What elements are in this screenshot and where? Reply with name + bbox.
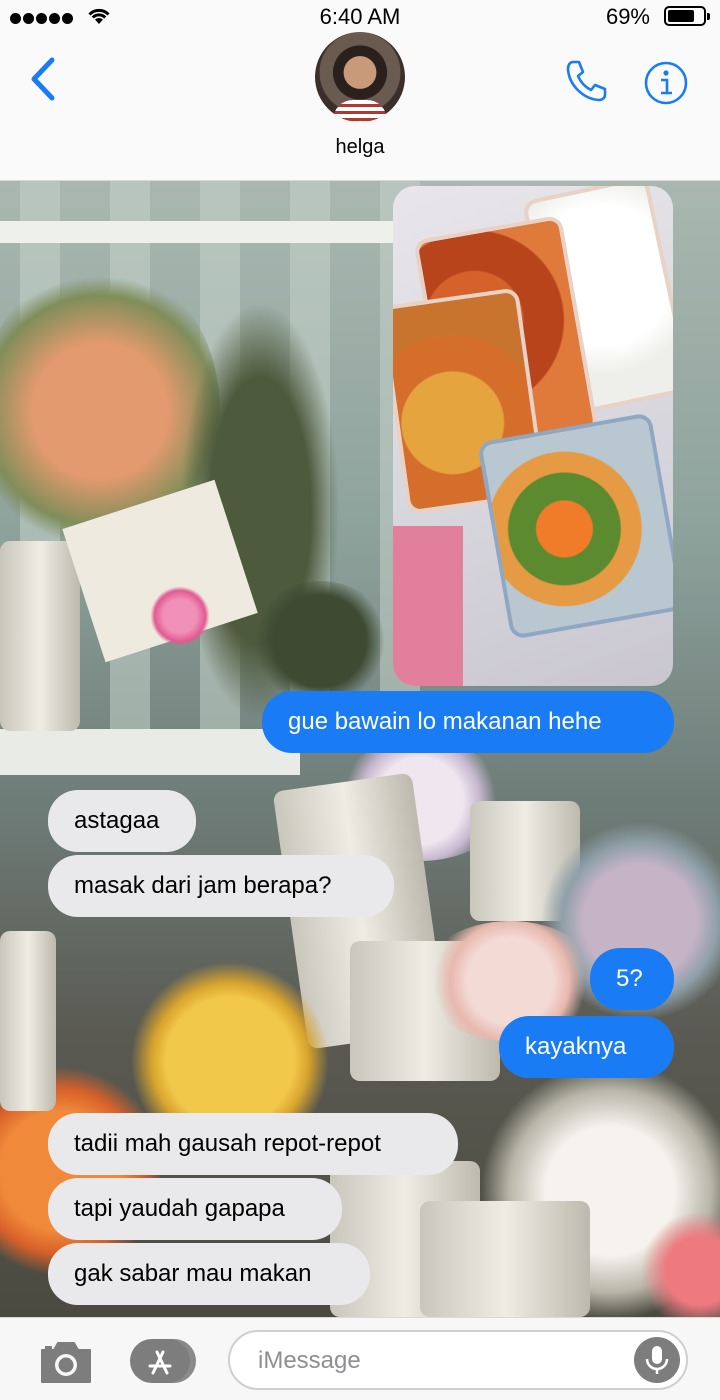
message-bubble-incoming[interactable]: gak sabar mau makan (48, 1243, 370, 1305)
contact-name[interactable]: helga (0, 136, 720, 159)
microphone-icon (645, 1346, 669, 1374)
message-bubble-incoming[interactable]: astagaa (48, 790, 196, 852)
contact-avatar[interactable] (315, 32, 405, 122)
message-input[interactable] (256, 1344, 620, 1378)
message-bubble-incoming[interactable]: tadii mah gausah repot-repot (48, 1113, 458, 1175)
message-bubble-incoming[interactable]: masak dari jam berapa? (48, 855, 394, 917)
battery-percentage: 69% (605, 4, 650, 29)
food-photo-message[interactable] (393, 186, 673, 686)
camera-icon[interactable] (38, 1340, 94, 1384)
message-bubble-outgoing[interactable]: gue bawain lo makanan hehe (262, 691, 674, 753)
message-input-bar (0, 1317, 720, 1400)
app-store-icon[interactable] (130, 1338, 196, 1384)
back-chevron-icon[interactable] (26, 54, 62, 104)
phone-icon[interactable] (563, 58, 609, 104)
chat-area[interactable]: gue bawain lo makanan hehe astagaa masak… (0, 181, 720, 1317)
info-icon[interactable] (643, 60, 689, 106)
conversation-header: helga (0, 32, 720, 181)
message-bubble-outgoing[interactable]: 5? (590, 948, 674, 1010)
microphone-button[interactable] (634, 1337, 680, 1383)
battery-icon (664, 6, 710, 26)
status-bar: 6:40 AM 69% (0, 0, 720, 32)
imessage-field[interactable] (228, 1330, 688, 1390)
message-bubble-outgoing[interactable]: kayaknya (499, 1016, 674, 1078)
message-bubble-incoming[interactable]: tapi yaudah gapapa (48, 1178, 342, 1240)
